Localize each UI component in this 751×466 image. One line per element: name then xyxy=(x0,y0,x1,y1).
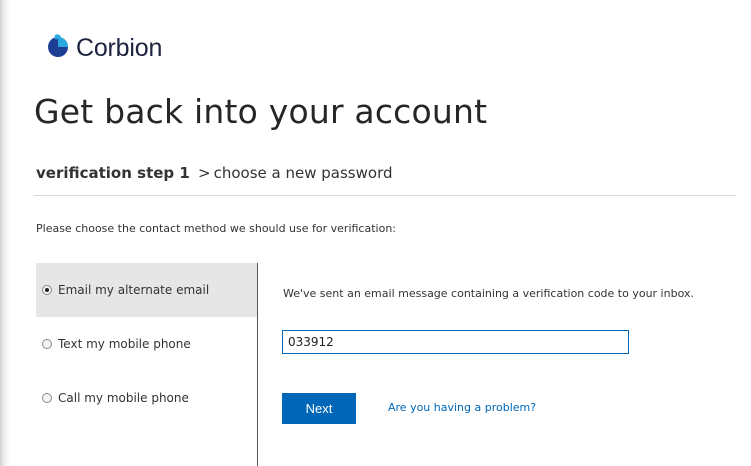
radio-call[interactable] xyxy=(42,393,52,403)
verification-code-input[interactable] xyxy=(282,330,629,354)
method-call[interactable]: Call my mobile phone xyxy=(36,371,257,425)
instructions-text: Please choose the contact method we shou… xyxy=(36,222,396,235)
brand-logo: Corbion xyxy=(46,30,162,66)
breadcrumb-separator: > xyxy=(198,164,211,182)
left-edge-shadow xyxy=(0,0,12,466)
radio-text[interactable] xyxy=(42,339,52,349)
corbion-logo-icon xyxy=(48,34,68,57)
brand-name: Corbion xyxy=(76,33,163,62)
panel-divider xyxy=(257,263,258,466)
contact-method-list: Email my alternate email Text my mobile … xyxy=(36,263,257,425)
breadcrumb-current-step-number xyxy=(190,164,195,182)
sent-message: We've sent an email message containing a… xyxy=(283,287,694,300)
page-title: Get back into your account xyxy=(34,92,488,131)
method-email-label: Email my alternate email xyxy=(58,283,210,297)
next-button[interactable]: Next xyxy=(282,393,356,424)
problem-link[interactable]: Are you having a problem? xyxy=(388,401,536,414)
breadcrumb-current-step: verification step 1 xyxy=(36,164,190,182)
method-call-label: Call my mobile phone xyxy=(58,391,189,405)
radio-email[interactable] xyxy=(42,285,52,295)
breadcrumb-next-step: choose a new password xyxy=(213,164,393,182)
method-email[interactable]: Email my alternate email xyxy=(36,263,257,317)
breadcrumb: verification step 1 > choose a new passwo… xyxy=(36,164,393,182)
method-text-label: Text my mobile phone xyxy=(58,337,191,351)
method-text[interactable]: Text my mobile phone xyxy=(36,317,257,371)
header-divider xyxy=(34,195,736,196)
